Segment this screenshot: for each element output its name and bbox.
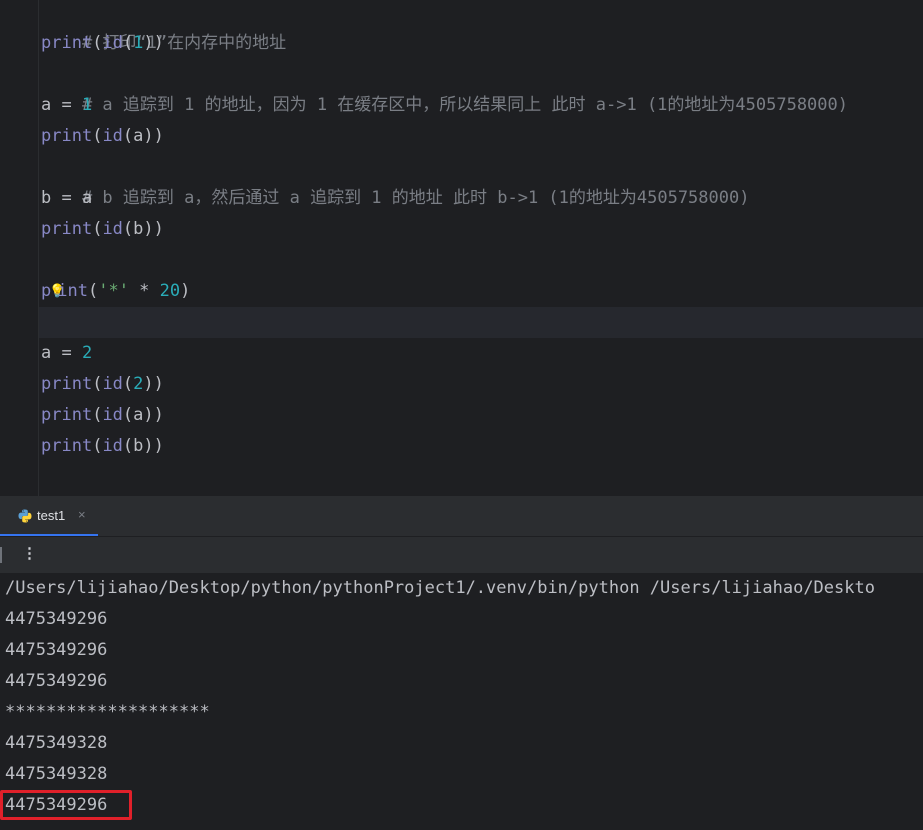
operator: * bbox=[128, 281, 160, 301]
console-command-line: /Users/lijiahao/Desktop/python/pythonPro… bbox=[5, 578, 875, 598]
close-icon[interactable]: × bbox=[78, 507, 86, 522]
paren: )) bbox=[143, 374, 164, 394]
variable: a bbox=[133, 405, 144, 425]
code-line-8[interactable]: print(id(b)) bbox=[41, 214, 164, 245]
paren: ( bbox=[92, 405, 103, 425]
variable: a bbox=[133, 126, 144, 146]
paren: ( bbox=[92, 374, 103, 394]
number-literal: 2 bbox=[81, 343, 93, 363]
print-keyword-end: int bbox=[57, 281, 88, 301]
print-keyword: print bbox=[41, 374, 93, 394]
assignment: a = bbox=[41, 95, 82, 115]
string-literal: '*' bbox=[98, 281, 129, 301]
code-line-2[interactable]: print(id(1)) bbox=[41, 28, 164, 59]
code-line-3[interactable]: # a 追踪到 1 的地址，因为 1 在缓存区中，所以结果同上 此时 a->1 … bbox=[41, 59, 848, 115]
code-line-4[interactable]: a = 1 bbox=[41, 90, 92, 121]
code-comment: # b 追踪到 a，然后通过 a 追踪到 1 的地址 此时 b->1 (1的地址… bbox=[81, 188, 750, 208]
code-editor[interactable]: # 打印“1”在内存中的地址 print(id(1)) # a 追踪到 1 的地… bbox=[0, 0, 923, 496]
paren: ( bbox=[92, 33, 103, 53]
id-keyword: id bbox=[102, 405, 123, 425]
more-options-icon[interactable]: ⋮ bbox=[22, 544, 37, 562]
code-line-14[interactable]: print(id(a)) bbox=[41, 400, 164, 431]
console-output-line: 4475349296 bbox=[5, 640, 108, 660]
print-keyword: print bbox=[41, 405, 93, 425]
console-output-line: 4475349328 bbox=[5, 733, 108, 753]
code-line-13[interactable]: print(id(2)) bbox=[41, 369, 164, 400]
paren: ( bbox=[122, 374, 134, 394]
console-output-line: 4475349296 bbox=[5, 609, 108, 629]
paren: ( bbox=[92, 436, 103, 456]
paren: ) bbox=[180, 281, 191, 301]
paren: )) bbox=[143, 33, 164, 53]
code-comment: # a 追踪到 1 的地址，因为 1 在缓存区中，所以结果同上 此时 a->1 … bbox=[81, 95, 848, 115]
assignment: a = bbox=[41, 343, 82, 363]
number-literal: 1 bbox=[81, 95, 93, 115]
paren: ( bbox=[92, 126, 103, 146]
code-line-7[interactable]: b = a bbox=[41, 183, 92, 214]
current-line-highlight[interactable] bbox=[39, 307, 923, 338]
code-line-12[interactable]: a = 2 bbox=[41, 338, 92, 369]
print-keyword: print bbox=[41, 33, 93, 53]
paren: ( bbox=[122, 219, 134, 239]
paren: ( bbox=[87, 281, 99, 301]
variable: b bbox=[133, 219, 144, 239]
code-line-15[interactable]: print(id(b)) bbox=[41, 431, 164, 462]
number-literal: 1 bbox=[133, 33, 144, 53]
variable: b bbox=[133, 436, 144, 456]
id-keyword: id bbox=[102, 219, 123, 239]
paren: ( bbox=[122, 405, 134, 425]
number-literal: 2 bbox=[133, 374, 144, 394]
code-line-5[interactable]: print(id(a)) bbox=[41, 121, 164, 152]
python-icon bbox=[18, 509, 32, 523]
run-toolbar: ⋮ bbox=[0, 537, 923, 573]
console-output-line: ******************** bbox=[5, 702, 210, 722]
print-keyword: print bbox=[41, 436, 93, 456]
id-keyword: id bbox=[102, 436, 123, 456]
console-output-line: 4475349328 bbox=[5, 764, 108, 784]
gutter-divider bbox=[38, 0, 39, 496]
run-console[interactable]: /Users/lijiahao/Desktop/python/pythonPro… bbox=[0, 573, 923, 830]
paren: )) bbox=[143, 405, 164, 425]
toolbar-edge bbox=[0, 547, 2, 563]
code-line-10[interactable]: p💡int('*' * 20) bbox=[41, 276, 190, 307]
paren: )) bbox=[143, 126, 164, 146]
id-keyword: id bbox=[102, 33, 123, 53]
red-highlight-box bbox=[0, 790, 132, 820]
paren: ( bbox=[92, 219, 103, 239]
tab-label: test1 bbox=[37, 508, 66, 523]
paren: )) bbox=[143, 219, 164, 239]
number-literal: 20 bbox=[159, 281, 181, 301]
paren: ( bbox=[122, 436, 134, 456]
run-tab-bar: test1 × bbox=[0, 496, 923, 537]
paren: )) bbox=[143, 436, 164, 456]
code-line-1[interactable]: # 打印“1”在内存中的地址 bbox=[41, 0, 286, 53]
tab-test1[interactable]: test1 × bbox=[0, 496, 98, 536]
id-keyword: id bbox=[102, 374, 123, 394]
id-keyword: id bbox=[102, 126, 123, 146]
code-line-6[interactable]: # b 追踪到 a，然后通过 a 追踪到 1 的地址 此时 b->1 (1的地址… bbox=[41, 152, 750, 208]
paren: ( bbox=[122, 33, 134, 53]
print-keyword: print bbox=[41, 126, 93, 146]
print-keyword: print bbox=[41, 219, 93, 239]
assignment: b = a bbox=[41, 188, 93, 208]
paren: ( bbox=[122, 126, 134, 146]
console-output-line: 4475349296 bbox=[5, 671, 108, 691]
